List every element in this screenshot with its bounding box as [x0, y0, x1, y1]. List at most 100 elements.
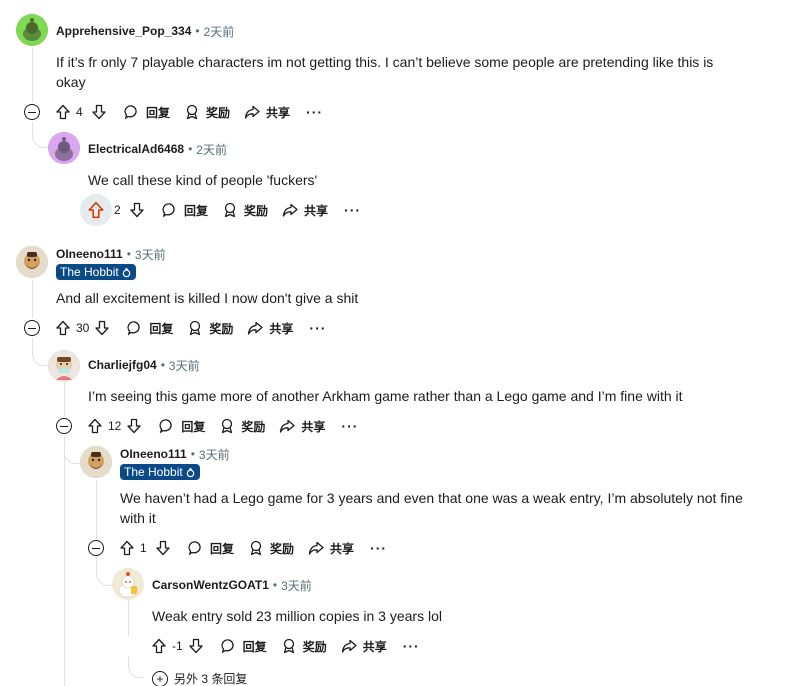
collapse-button[interactable]	[56, 418, 72, 434]
upvote-button[interactable]	[80, 194, 112, 226]
comment-header: ElectricalAd6468 • 2天前	[88, 139, 227, 159]
award-button[interactable]: 奖励	[187, 320, 233, 337]
upvote-arrow-icon	[56, 104, 70, 120]
reply-bubble-icon	[124, 105, 137, 120]
avatar[interactable]	[48, 132, 80, 164]
username[interactable]: Apprehensive_Pop_334	[56, 24, 191, 38]
more-replies-link[interactable]: + 另外 3 条回复	[152, 670, 247, 686]
thread-elbow	[32, 126, 48, 148]
upvote-button[interactable]	[84, 410, 106, 442]
upvote-button[interactable]	[52, 312, 74, 344]
vote-score: 4	[76, 105, 83, 119]
separator-dot: •	[188, 142, 193, 156]
reply-bubble-icon	[221, 639, 234, 654]
downvote-button[interactable]	[185, 630, 207, 662]
upvote-arrow-icon	[56, 320, 70, 336]
award-button[interactable]: 奖励	[219, 418, 265, 435]
award-button[interactable]: 奖励	[281, 638, 327, 655]
more-options-button[interactable]: ···	[403, 638, 420, 654]
plus-icon: +	[152, 670, 168, 686]
separator-dot: •	[160, 358, 165, 372]
upvote-button[interactable]	[116, 532, 138, 564]
reply-button[interactable]: 回复	[221, 638, 267, 655]
flair-text: The Hobbit	[60, 265, 119, 279]
upvote-button[interactable]	[52, 96, 74, 128]
collapse-button[interactable]	[24, 320, 40, 336]
username[interactable]: Charliejfg04	[88, 358, 157, 372]
reply-button[interactable]: 回复	[124, 104, 170, 121]
upvote-arrow-icon	[120, 540, 134, 556]
avatar[interactable]	[16, 14, 48, 46]
award-button[interactable]: 奖励	[222, 202, 268, 219]
more-options-button[interactable]: ···	[306, 104, 323, 120]
downvote-button[interactable]	[91, 312, 113, 344]
ring-icon	[122, 267, 131, 277]
comment-actions: 2 回复 奖励 共享 ···	[80, 194, 361, 226]
timestamp[interactable]: 3天前	[199, 446, 230, 463]
username[interactable]: OIneeno111	[56, 247, 123, 261]
user-flair: The Hobbit	[56, 264, 136, 280]
timestamp[interactable]: 3天前	[281, 577, 312, 594]
share-button[interactable]: 共享	[341, 638, 387, 655]
share-button[interactable]: 共享	[279, 418, 325, 435]
award-button[interactable]: 奖励	[184, 104, 230, 121]
reply-label: 回复	[181, 419, 206, 434]
share-button[interactable]: 共享	[244, 104, 290, 121]
reply-button[interactable]: 回复	[127, 320, 173, 337]
award-button[interactable]: 奖励	[248, 540, 294, 557]
downvote-button[interactable]	[126, 194, 148, 226]
reply-button[interactable]: 回复	[162, 202, 208, 219]
thread-elbow	[32, 338, 48, 366]
more-options-button[interactable]: ···	[341, 418, 358, 434]
reply-button[interactable]: 回复	[159, 418, 205, 435]
share-arrow-icon	[282, 203, 298, 217]
more-options-button[interactable]: ···	[344, 202, 361, 218]
share-button[interactable]: 共享	[247, 320, 293, 337]
avatar[interactable]	[80, 446, 112, 478]
more-options-button[interactable]: ···	[309, 320, 326, 336]
thread-line	[64, 436, 65, 686]
username[interactable]: ElectricalAd6468	[88, 142, 184, 156]
avatar[interactable]	[48, 350, 80, 382]
thread-elbow	[128, 656, 144, 678]
avatar[interactable]	[112, 568, 144, 600]
award-label: 奖励	[241, 419, 266, 434]
thread-line	[64, 382, 65, 416]
masked-avatar-icon	[48, 350, 80, 382]
reply-bubble-icon	[159, 419, 173, 434]
avatar[interactable]	[16, 246, 48, 278]
timestamp[interactable]: 2天前	[196, 141, 227, 158]
share-button[interactable]: 共享	[308, 540, 354, 557]
downvote-arrow-icon	[156, 540, 170, 556]
downvote-button[interactable]	[123, 410, 145, 442]
award-label: 奖励	[206, 105, 231, 120]
award-label: 奖励	[209, 321, 234, 336]
upvote-button[interactable]	[148, 630, 170, 662]
share-arrow-icon	[341, 639, 357, 653]
upvote-arrow-icon	[88, 201, 104, 219]
comment-actions: 1 回复 奖励 共享 ···	[116, 532, 387, 564]
comment-actions: 12 回复 奖励 共享 ···	[84, 410, 358, 442]
comment-body: If it’s fr only 7 playable characters im…	[56, 54, 714, 90]
vote-group: 4	[52, 96, 110, 128]
vote-score: -1	[172, 639, 183, 653]
share-label: 共享	[330, 541, 355, 556]
vote-score: 12	[108, 419, 122, 433]
downvote-button[interactable]	[152, 532, 174, 564]
username[interactable]: OIneeno111	[120, 447, 187, 461]
username[interactable]: CarsonWentzGOAT1	[152, 578, 269, 592]
comment-body: Weak entry sold 23 million copies in 3 y…	[152, 608, 442, 624]
timestamp[interactable]: 3天前	[135, 246, 166, 263]
comment-header: Apprehensive_Pop_334 • 2天前	[56, 21, 234, 41]
timestamp[interactable]: 3天前	[169, 357, 200, 374]
share-button[interactable]: 共享	[282, 202, 328, 219]
downvote-button[interactable]	[88, 96, 110, 128]
reply-button[interactable]: 回复	[188, 540, 234, 557]
more-options-button[interactable]: ···	[370, 540, 387, 556]
vote-group: 1	[116, 532, 174, 564]
thread-elbow	[96, 558, 112, 586]
collapse-button[interactable]	[24, 104, 40, 120]
snoo-avatar-icon	[16, 14, 48, 46]
collapse-button[interactable]	[88, 540, 104, 556]
timestamp[interactable]: 2天前	[204, 23, 235, 40]
